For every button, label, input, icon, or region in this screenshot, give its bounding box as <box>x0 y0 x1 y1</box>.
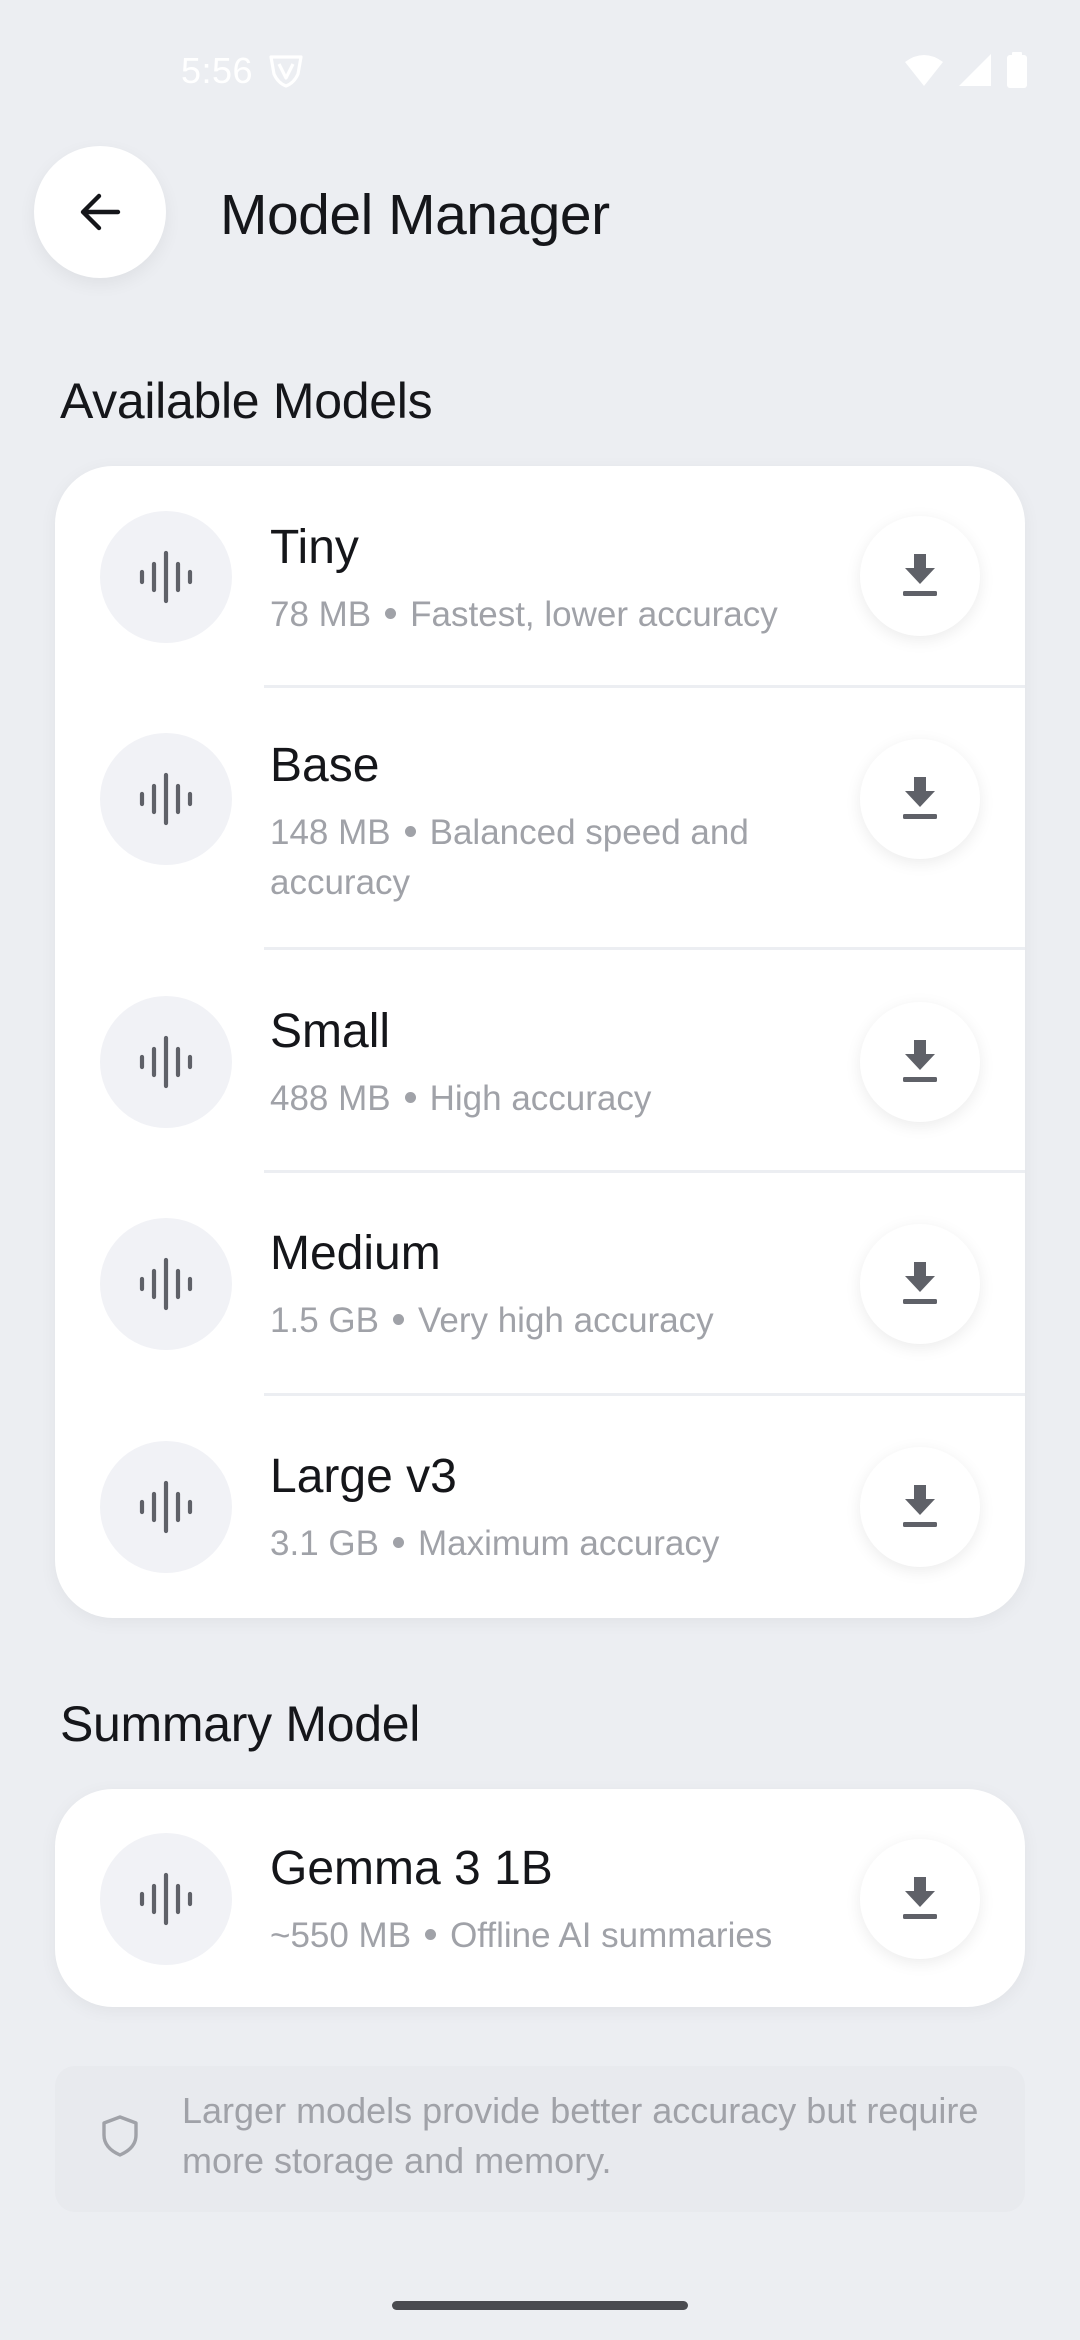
model-row-tiny[interactable]: Tiny 78 MB Fastest, lower accuracy <box>55 466 1025 688</box>
battery-icon <box>1007 52 1027 88</box>
home-indicator[interactable] <box>392 2301 688 2310</box>
waveform-glyph <box>139 1257 193 1311</box>
model-description: Offline AI summaries <box>450 1916 773 1955</box>
model-row-base[interactable]: Base 148 MB Balanced speed and accuracy <box>55 688 1025 950</box>
download-button-small[interactable] <box>860 1002 980 1122</box>
model-description: Very high accuracy <box>417 1301 714 1340</box>
waveform-glyph <box>139 772 193 826</box>
model-name: Small <box>270 1005 391 1058</box>
separator-dot <box>392 1314 404 1326</box>
wifi-icon <box>905 55 943 86</box>
section-title-summary-model: Summary Model <box>60 1696 421 1752</box>
model-name: Gemma 3 1B <box>270 1842 553 1895</box>
model-name: Medium <box>270 1227 441 1280</box>
audio-waveform-icon <box>100 733 232 865</box>
arrow-left-icon <box>80 193 121 231</box>
model-name: Large v3 <box>270 1450 457 1503</box>
page-title: Model Manager <box>220 183 610 247</box>
back-button[interactable] <box>34 146 166 278</box>
cell-signal-icon <box>959 54 991 86</box>
model-row-small[interactable]: Small 488 MB High accuracy <box>55 950 1025 1173</box>
download-icon <box>903 1262 937 1304</box>
download-icon <box>903 554 937 596</box>
download-button-tiny[interactable] <box>860 516 980 636</box>
waveform-glyph <box>139 1035 193 1089</box>
download-button-base[interactable] <box>860 739 980 859</box>
info-text: Larger models provide better accuracy bu… <box>182 2090 979 2181</box>
model-size: 3.1 GB <box>270 1524 379 1563</box>
download-button-large-v3[interactable] <box>860 1447 980 1567</box>
app-header: Model Manager <box>34 146 1046 278</box>
model-description: High accuracy <box>429 1079 652 1118</box>
model-meta: ~550 MB Offline AI summaries <box>270 1911 830 1961</box>
model-size: 1.5 GB <box>270 1301 379 1340</box>
separator-dot <box>385 608 397 620</box>
model-size: ~550 MB <box>270 1916 412 1955</box>
model-meta: 1.5 GB Very high accuracy <box>270 1296 830 1346</box>
model-name: Tiny <box>270 521 359 574</box>
waveform-glyph <box>139 550 193 604</box>
model-meta: 488 MB High accuracy <box>270 1074 830 1124</box>
section-title-available-models: Available Models <box>60 373 433 429</box>
download-button-gemma-3-1b[interactable] <box>860 1839 980 1959</box>
audio-waveform-icon <box>100 1441 232 1573</box>
model-row-large-v3[interactable]: Large v3 3.1 GB Maximum accuracy <box>55 1396 1025 1618</box>
download-icon <box>903 777 937 819</box>
model-row-gemma-3-1b[interactable]: Gemma 3 1B ~550 MB Offline AI summaries <box>55 1789 1025 2007</box>
model-name: Base <box>270 739 380 792</box>
model-meta: 148 MB Balanced speed and accuracy <box>270 808 810 908</box>
waveform-glyph <box>139 1480 193 1534</box>
download-button-medium[interactable] <box>860 1224 980 1344</box>
separator-dot <box>425 1929 437 1941</box>
separator-dot <box>404 826 416 838</box>
audio-waveform-icon <box>100 1833 232 1965</box>
model-size: 488 MB <box>270 1079 391 1118</box>
shield-icon <box>102 2115 138 2157</box>
info-note: Larger models provide better accuracy bu… <box>55 2066 1025 2212</box>
model-meta: 78 MB Fastest, lower accuracy <box>270 590 830 640</box>
available-models-card: Tiny 78 MB Fastest, lower accuracy Base 1… <box>55 466 1025 1618</box>
status-time: 5:56 <box>181 50 254 91</box>
download-icon <box>903 1485 937 1527</box>
waveform-glyph <box>139 1872 193 1926</box>
audio-waveform-icon <box>100 1218 232 1350</box>
model-row-medium[interactable]: Medium 1.5 GB Very high accuracy <box>55 1173 1025 1396</box>
summary-model-card: Gemma 3 1B ~550 MB Offline AI summaries <box>55 1789 1025 2007</box>
vpn-key-shield-icon <box>269 55 303 88</box>
status-icons <box>904 52 1028 88</box>
model-size: 148 MB <box>270 813 391 852</box>
model-meta: 3.1 GB Maximum accuracy <box>270 1519 830 1569</box>
model-size: 78 MB <box>270 595 372 634</box>
model-description: Fastest, lower accuracy <box>410 595 778 634</box>
download-icon <box>903 1877 937 1919</box>
download-icon <box>903 1040 937 1082</box>
status-bar: 5:56 <box>0 0 1080 140</box>
audio-waveform-icon <box>100 996 232 1128</box>
separator-dot <box>404 1092 416 1104</box>
model-description: Maximum accuracy <box>417 1524 720 1563</box>
audio-waveform-icon <box>100 511 232 643</box>
separator-dot <box>392 1537 404 1549</box>
